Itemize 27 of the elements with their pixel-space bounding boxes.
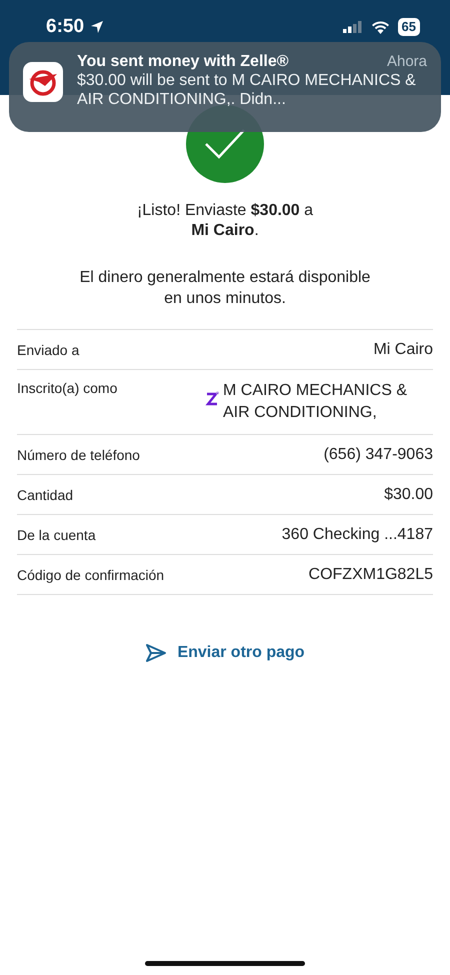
bank-app-icon <box>23 62 63 102</box>
status-time: 6:50 <box>46 16 84 38</box>
battery-level: 65 <box>398 18 420 36</box>
detail-value: Mi Cairo <box>373 340 433 358</box>
detail-label: Enviado a <box>17 342 80 358</box>
notification-title: You sent money with Zelle® <box>77 52 289 71</box>
detail-label: De la cuenta <box>17 526 96 542</box>
detail-value: M CAIRO MECHANICS & AIR CONDITIONING, <box>223 381 408 423</box>
detail-label: Código de confirmación <box>17 566 164 582</box>
success-message: ¡Listo! Enviaste $30.00 a Mi Cairo. <box>136 201 314 241</box>
detail-value: COFZXM1G82L5 <box>308 566 433 584</box>
notification-time: Ahora <box>386 52 427 71</box>
notification-banner[interactable]: You sent money with Zelle® Ahora $30.00 will be sent to M CAIRO MECHANICS & AIR CONDITIONING,. Didn... <box>9 42 441 132</box>
notification-body: $30.00 will be sent to M CAIRO MECHANICS & AIR CONDITIONING,. Didn... <box>77 71 417 109</box>
detail-label: Inscrito(a) como <box>17 380 118 396</box>
zelle-z-icon <box>205 391 219 407</box>
send-another-payment-link[interactable]: Enviar otro pago <box>141 639 309 667</box>
send-icon <box>145 643 168 663</box>
detail-value: 360 Checking ...4187 <box>282 526 433 544</box>
detail-value: $30.00 <box>384 486 433 504</box>
detail-label: Cantidad <box>17 486 74 502</box>
detail-value: (656) 347-9063 <box>324 446 433 464</box>
signal-icon <box>342 21 363 33</box>
availability-note: El dinero generalmente estará disponible en unos minutos. <box>80 268 370 309</box>
wifi-icon <box>370 20 390 34</box>
detail-label: Número de teléfono <box>17 446 140 462</box>
location-arrow-icon <box>90 20 104 34</box>
